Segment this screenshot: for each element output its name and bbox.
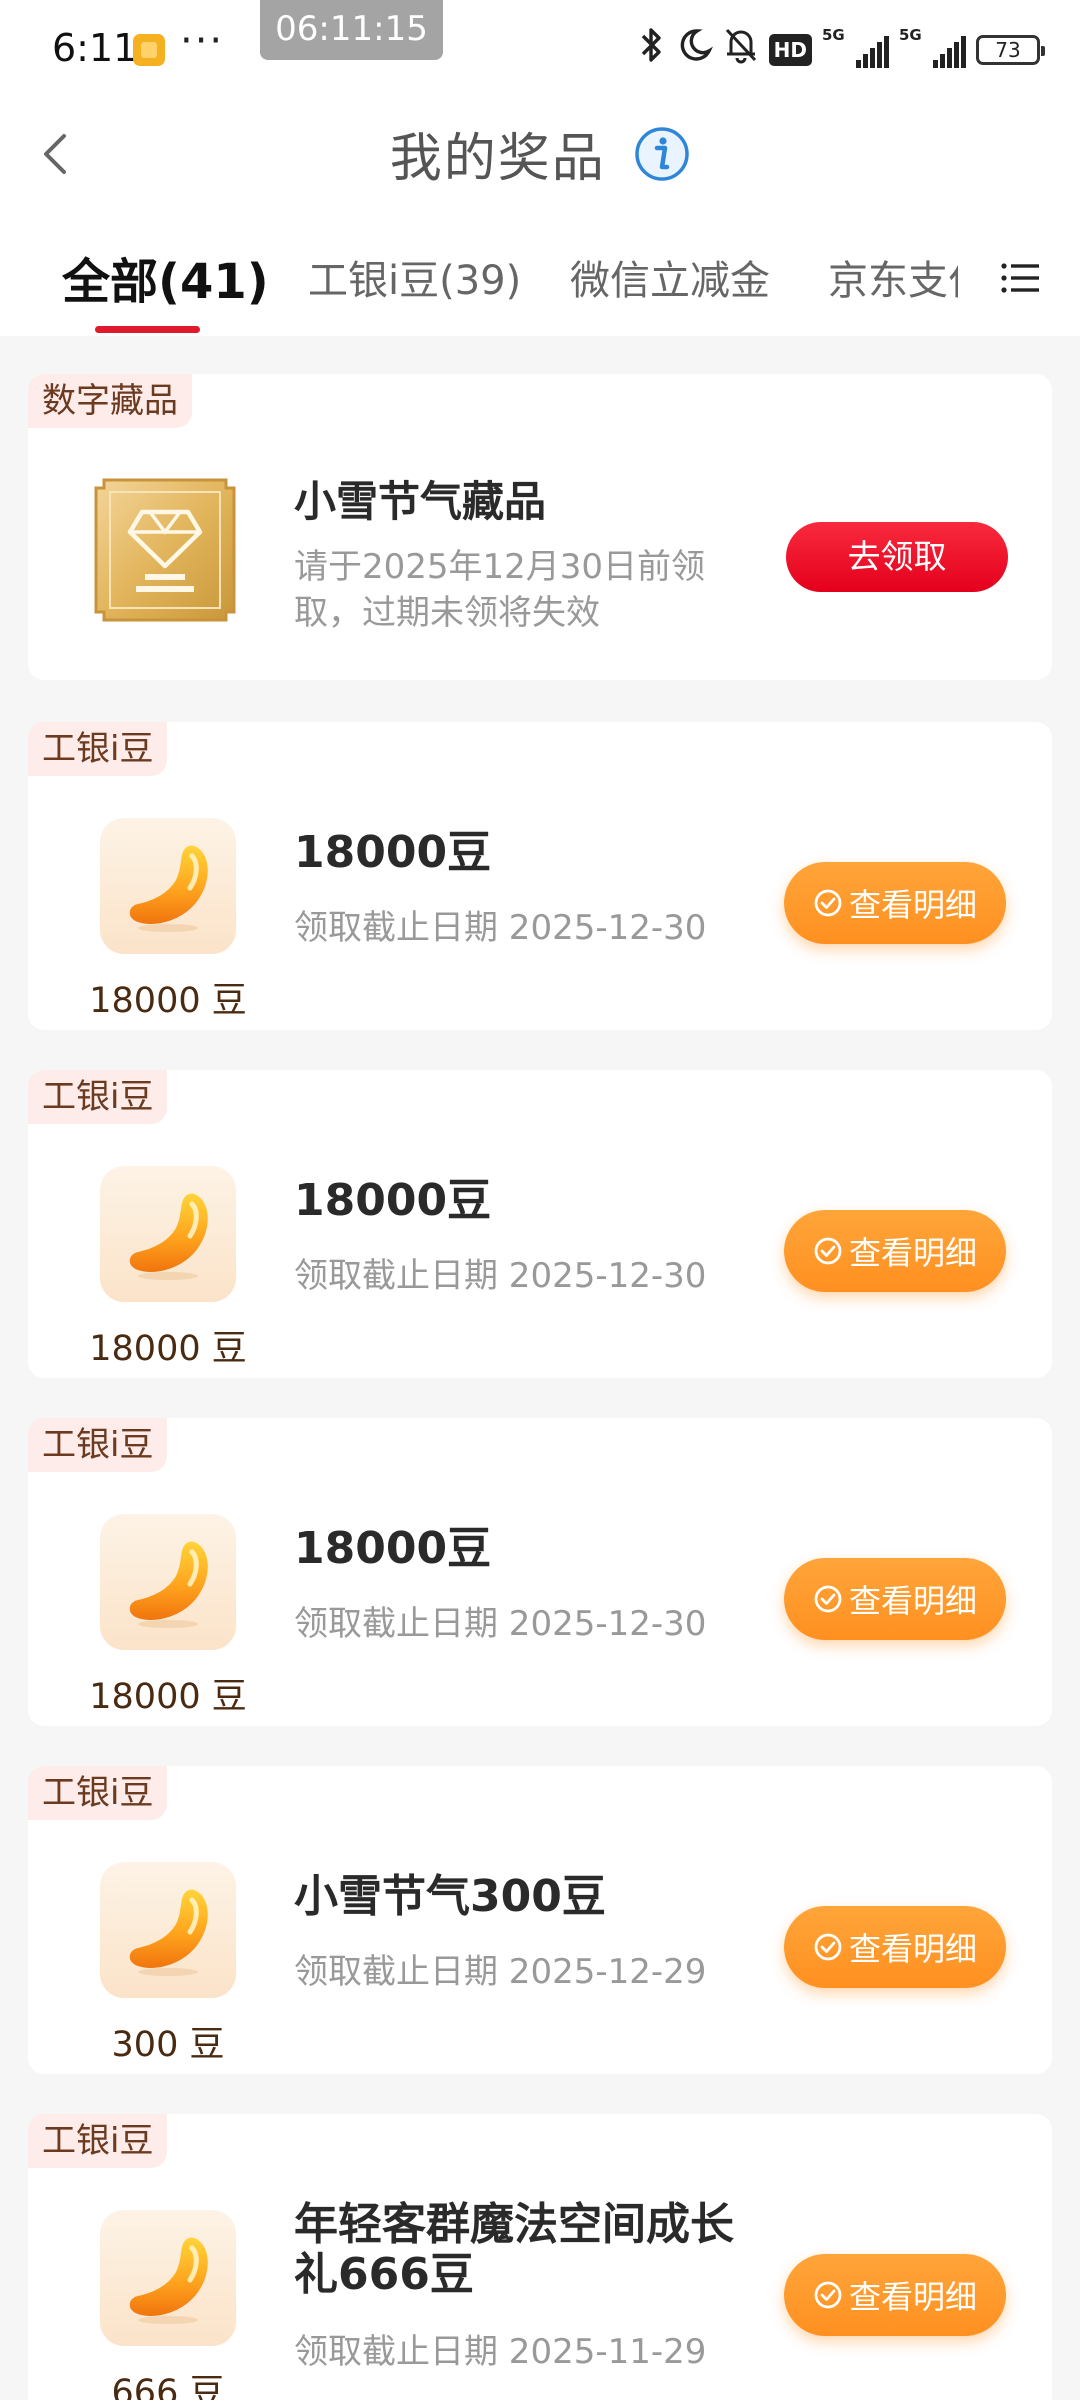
view-details-button[interactable]: 查看明细 (784, 1558, 1006, 1640)
view-details-button[interactable]: 查看明细 (784, 1906, 1006, 1988)
view-details-label: 查看明细 (848, 1234, 977, 1272)
category-tag: 工银i豆 (28, 1766, 168, 1820)
page-header: 我的奖品 (0, 100, 1080, 210)
list-menu-icon (1001, 263, 1039, 293)
category-tag: 工银i豆 (28, 2114, 168, 2168)
prize-title: 年轻客群魔法空间成长礼666豆 (294, 2199, 734, 2300)
bean-image[interactable] (100, 1862, 236, 1998)
bean-image[interactable] (100, 818, 236, 954)
page-title: 我的奖品 (0, 116, 1080, 191)
category-tabs: 全部(41) 工银i豆(39) 微信立减金 京东支付 (0, 230, 1080, 333)
active-tab-indicator (95, 326, 200, 333)
prize-deadline: 领取截止日期 2025-12-30 (294, 1256, 707, 1296)
info-icon[interactable] (634, 126, 690, 182)
signal-icon-2: 5G (899, 26, 966, 68)
bean-image[interactable] (100, 1514, 236, 1650)
prize-quantity: 666 豆 (111, 2373, 225, 2400)
moon-icon (677, 27, 713, 74)
prize-deadline: 领取截止日期 2025-12-29 (294, 1952, 707, 1992)
bean-icon (118, 836, 218, 936)
view-details-button[interactable]: 查看明细 (784, 862, 1006, 944)
hd-voice-icon: HD (768, 34, 812, 66)
bean-icon (118, 2228, 218, 2328)
prize-card: 工银i豆 18000 豆 18000豆 领取截止日期 2025-12-30 查看… (28, 1418, 1052, 1726)
system-icons: HD 5G 5G 73 (637, 26, 1045, 75)
page-title-text: 我的奖品 (389, 129, 606, 189)
prize-card: 工银i豆 666 豆 年轻客群魔法空间成长礼666豆 领取截止日期 2025-1… (28, 2114, 1052, 2400)
status-bar: 6:11 ··· 06:11:15 HD 5G 5G 73 (0, 0, 1080, 100)
screen-record-timer: 06:11:15 (260, 0, 443, 60)
category-tag: 工银i豆 (28, 1070, 168, 1124)
bean-image[interactable] (100, 1166, 236, 1302)
prize-deadline: 领取截止日期 2025-12-30 (294, 908, 707, 948)
collectible-card: 数字藏品 小雪节气藏品 请于2025年12月30日前领取，过期未领将失效 去领取 (28, 374, 1052, 680)
tab-wechat-discount[interactable]: 微信立减金 (570, 248, 770, 306)
prize-deadline: 领取截止日期 2025-12-30 (294, 1604, 707, 1644)
view-details-label: 查看明细 (848, 886, 977, 924)
tab-jd-pay[interactable]: 京东支付 (828, 258, 958, 304)
prize-deadline: 领取截止日期 2025-11-29 (294, 2332, 707, 2372)
prize-card: 工银i豆 300 豆 小雪节气300豆 领取截止日期 2025-12-29 查看… (28, 1766, 1052, 2074)
tab-list-button[interactable] (1000, 258, 1040, 298)
notification-app-icon (133, 34, 165, 66)
prize-quantity: 18000 豆 (89, 1677, 247, 1717)
mute-bell-icon (723, 26, 759, 75)
prize-quantity: 18000 豆 (89, 981, 247, 1021)
check-circle-icon (814, 2281, 842, 2309)
collectible-deadline: 请于2025年12月30日前领取，过期未领将失效 (294, 547, 706, 633)
check-circle-icon (814, 1237, 842, 1265)
check-circle-icon (814, 1933, 842, 1961)
bean-icon (118, 1532, 218, 1632)
prize-card: 工银i豆 18000 豆 18000豆 领取截止日期 2025-12-30 查看… (28, 1070, 1052, 1378)
view-details-label: 查看明细 (848, 1582, 977, 1620)
prize-quantity: 18000 豆 (89, 1329, 247, 1369)
tab-jd-pay-clip: 京东支付 (828, 248, 958, 308)
diamond-icon (94, 478, 236, 622)
bluetooth-icon (637, 26, 667, 75)
category-tag: 工银i豆 (28, 722, 168, 776)
tab-icbc-beans[interactable]: 工银i豆(39) (308, 248, 521, 306)
prize-title: 18000豆 (294, 1175, 492, 1226)
check-circle-icon (814, 889, 842, 917)
tab-all[interactable]: 全部(41) (62, 242, 269, 312)
bean-icon (118, 1880, 218, 1980)
check-circle-icon (814, 1585, 842, 1613)
view-details-label: 查看明细 (848, 2278, 977, 2316)
collectible-title: 小雪节气藏品 (294, 477, 547, 526)
prize-title: 18000豆 (294, 1523, 492, 1574)
battery-icon: 73 (976, 35, 1045, 65)
status-time: 6:11 (52, 26, 138, 70)
prize-card: 工银i豆 18000 豆 18000豆 领取截止日期 2025-12-30 查看… (28, 722, 1052, 1030)
prize-title: 小雪节气300豆 (294, 1871, 606, 1922)
collectible-image[interactable] (90, 474, 240, 626)
more-notifications-icon: ··· (180, 18, 225, 64)
prize-quantity: 300 豆 (111, 2025, 225, 2065)
category-tag: 工银i豆 (28, 1418, 168, 1472)
bean-image[interactable] (100, 2210, 236, 2346)
prize-title: 18000豆 (294, 827, 492, 878)
signal-icon-1: 5G (822, 26, 889, 68)
view-details-label: 查看明细 (848, 1930, 977, 1968)
view-details-button[interactable]: 查看明细 (784, 1210, 1006, 1292)
bean-icon (118, 1184, 218, 1284)
category-tag: 数字藏品 (28, 374, 192, 428)
claim-button[interactable]: 去领取 (786, 522, 1008, 592)
view-details-button[interactable]: 查看明细 (784, 2254, 1006, 2336)
